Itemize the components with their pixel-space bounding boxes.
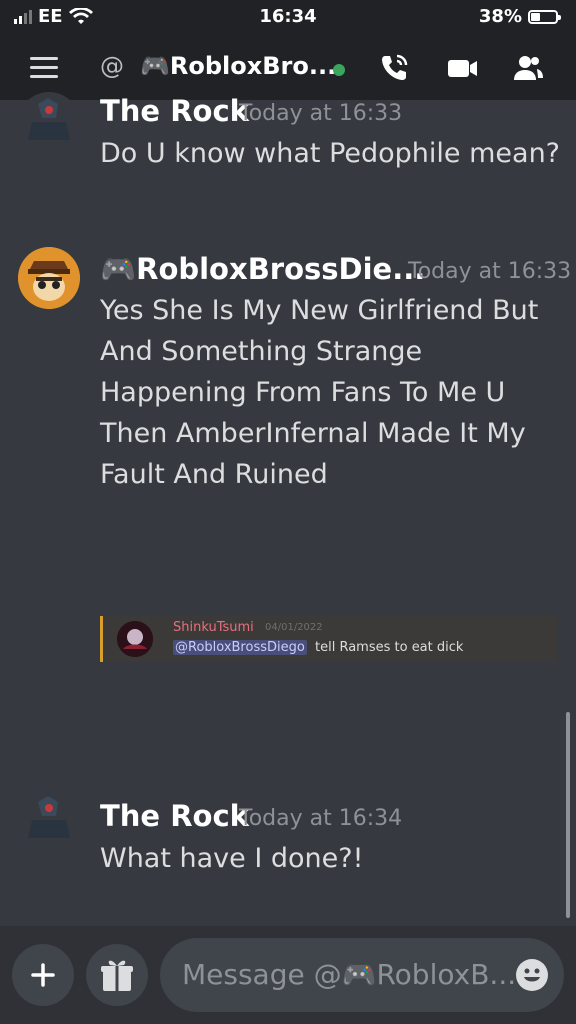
- message-text: Yes She Is My New Girlfriend But And Som…: [100, 295, 539, 490]
- avatar[interactable]: [18, 92, 80, 154]
- message-timestamp: Today at 16:33: [408, 259, 572, 284]
- avatar[interactable]: [18, 247, 80, 309]
- message-text: What have I done?!: [100, 843, 364, 874]
- embedded-image[interactable]: ShinkuTsumi 04/01/2022 @RobloxBrossDiego…: [100, 616, 557, 662]
- channel-title[interactable]: 🎮RobloxBro...: [140, 52, 336, 80]
- message-placeholder: Message @🎮RobloxB...: [182, 958, 517, 991]
- embed-avatar: [117, 621, 153, 657]
- embed-author: ShinkuTsumi: [173, 620, 254, 635]
- gift-icon: [101, 960, 133, 991]
- status-bar: EE 16:34 38%: [0, 0, 576, 36]
- battery-icon: [528, 9, 561, 24]
- channel-header: @ 🎮RobloxBro...: [0, 36, 576, 100]
- message-input[interactable]: Message @🎮RobloxB...: [160, 938, 564, 1012]
- message-author[interactable]: 🎮RobloxBrossDie...: [100, 252, 425, 287]
- embed-text: tell Ramses to eat dick: [315, 640, 464, 655]
- emoji-icon: [524, 968, 540, 982]
- video-icon[interactable]: [446, 52, 478, 84]
- plus-icon: [31, 963, 55, 987]
- emoji-button[interactable]: [516, 959, 548, 991]
- message-timestamp: Today at 16:33: [239, 101, 403, 126]
- add-attachment-button[interactable]: [12, 944, 74, 1006]
- embed-mention: @RobloxBrossDiego: [173, 640, 307, 655]
- gift-button[interactable]: [86, 944, 148, 1006]
- message-author[interactable]: The Rock: [100, 799, 249, 833]
- online-status-dot: [333, 64, 345, 76]
- phone-call-icon[interactable]: [378, 52, 410, 84]
- members-icon[interactable]: [512, 52, 544, 84]
- message-author[interactable]: The Rock: [100, 94, 249, 128]
- message-timestamp: Today at 16:34: [239, 806, 403, 831]
- avatar[interactable]: [18, 790, 80, 852]
- battery-fill: [531, 12, 540, 21]
- message-composer: Message @🎮RobloxB...: [0, 926, 576, 1024]
- at-icon: @: [100, 52, 124, 80]
- scrollbar[interactable]: [566, 712, 570, 918]
- embed-date: 04/01/2022: [265, 622, 323, 633]
- menu-icon[interactable]: [30, 57, 58, 79]
- battery-percent: 38%: [478, 6, 522, 27]
- message-text: Do U know what Pedophile mean?: [100, 138, 561, 169]
